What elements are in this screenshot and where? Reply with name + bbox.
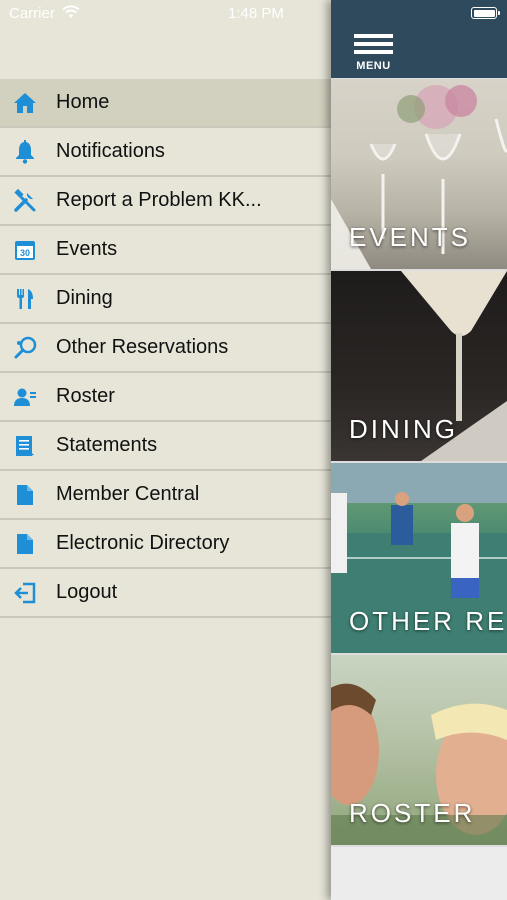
tile-events[interactable]: EVENTS [331, 79, 507, 269]
menu-item-label: Member Central [56, 483, 200, 505]
home-icon [13, 91, 37, 115]
menu-item-label: Electronic Directory [56, 532, 230, 554]
tools-icon [13, 188, 37, 213]
status-time: 1:48 PM [228, 5, 284, 22]
wifi-icon [62, 5, 80, 23]
tile-other-reservations[interactable]: OTHER RES [331, 463, 507, 653]
menu-item-label: Other Reservations [56, 336, 229, 358]
menu-item-home[interactable]: Home [0, 79, 331, 128]
statement-icon [13, 434, 37, 458]
menu-item-label: Notifications [56, 140, 165, 162]
menu-item-label: Dining [56, 287, 113, 309]
menu-item-notifications[interactable]: Notifications [0, 128, 331, 177]
menu-item-label: Statements [56, 434, 158, 456]
hamburger-line [354, 34, 393, 38]
menu-button[interactable]: MENU [354, 34, 393, 74]
menu-item-logout[interactable]: Logout [0, 569, 331, 618]
main-content: MENU EVENTS DINING OTHER RE ROSTER [331, 0, 507, 900]
menu-item-label: Logout [56, 581, 118, 603]
carrier-label: Carrier [9, 5, 55, 22]
menu-item-label: Roster [56, 385, 115, 407]
hamburger-line [354, 42, 393, 46]
tile-next[interactable] [331, 847, 507, 900]
menu-list: Home Notifications Report a Problem KK..… [0, 79, 331, 618]
menu-item-electronic-directory[interactable]: Electronic Directory [0, 520, 331, 569]
document-icon [13, 483, 37, 507]
tile-dining[interactable]: DINING [331, 271, 507, 461]
menu-item-events[interactable]: 30 Events [0, 226, 331, 275]
battery-icon [471, 7, 500, 19]
menu-item-roster[interactable]: Roster [0, 373, 331, 422]
menu-item-label: Report a Problem KK... [56, 189, 262, 211]
menu-item-other-reservations[interactable]: Other Reservations [0, 324, 331, 373]
tile-label: ROSTER [349, 798, 476, 828]
menu-item-dining[interactable]: Dining [0, 275, 331, 324]
people-icon [13, 385, 37, 409]
bell-icon [13, 139, 37, 164]
status-bar: Carrier 1:48 PM [0, 0, 507, 28]
menu-item-label: Events [56, 238, 118, 260]
hamburger-line [354, 50, 393, 54]
menu-item-report-problem[interactable]: Report a Problem KK... [0, 177, 331, 226]
tile-label: DINING [349, 414, 458, 444]
racquet-icon [13, 336, 37, 360]
menu-item-statements[interactable]: Statements [0, 422, 331, 471]
menu-item-label: Home [56, 91, 110, 113]
calendar-day: 30 [20, 248, 30, 258]
tile-label: EVENTS [349, 222, 472, 252]
utensils-icon [13, 287, 37, 311]
logout-icon [13, 581, 37, 605]
calendar-icon: 30 [13, 238, 37, 262]
tile-label: OTHER RES [349, 606, 507, 636]
tile-roster[interactable]: ROSTER [331, 655, 507, 845]
menu-label: MENU [356, 60, 391, 72]
side-drawer: Home Notifications Report a Problem KK..… [0, 0, 331, 900]
document-icon [13, 532, 37, 556]
menu-item-member-central[interactable]: Member Central [0, 471, 331, 520]
